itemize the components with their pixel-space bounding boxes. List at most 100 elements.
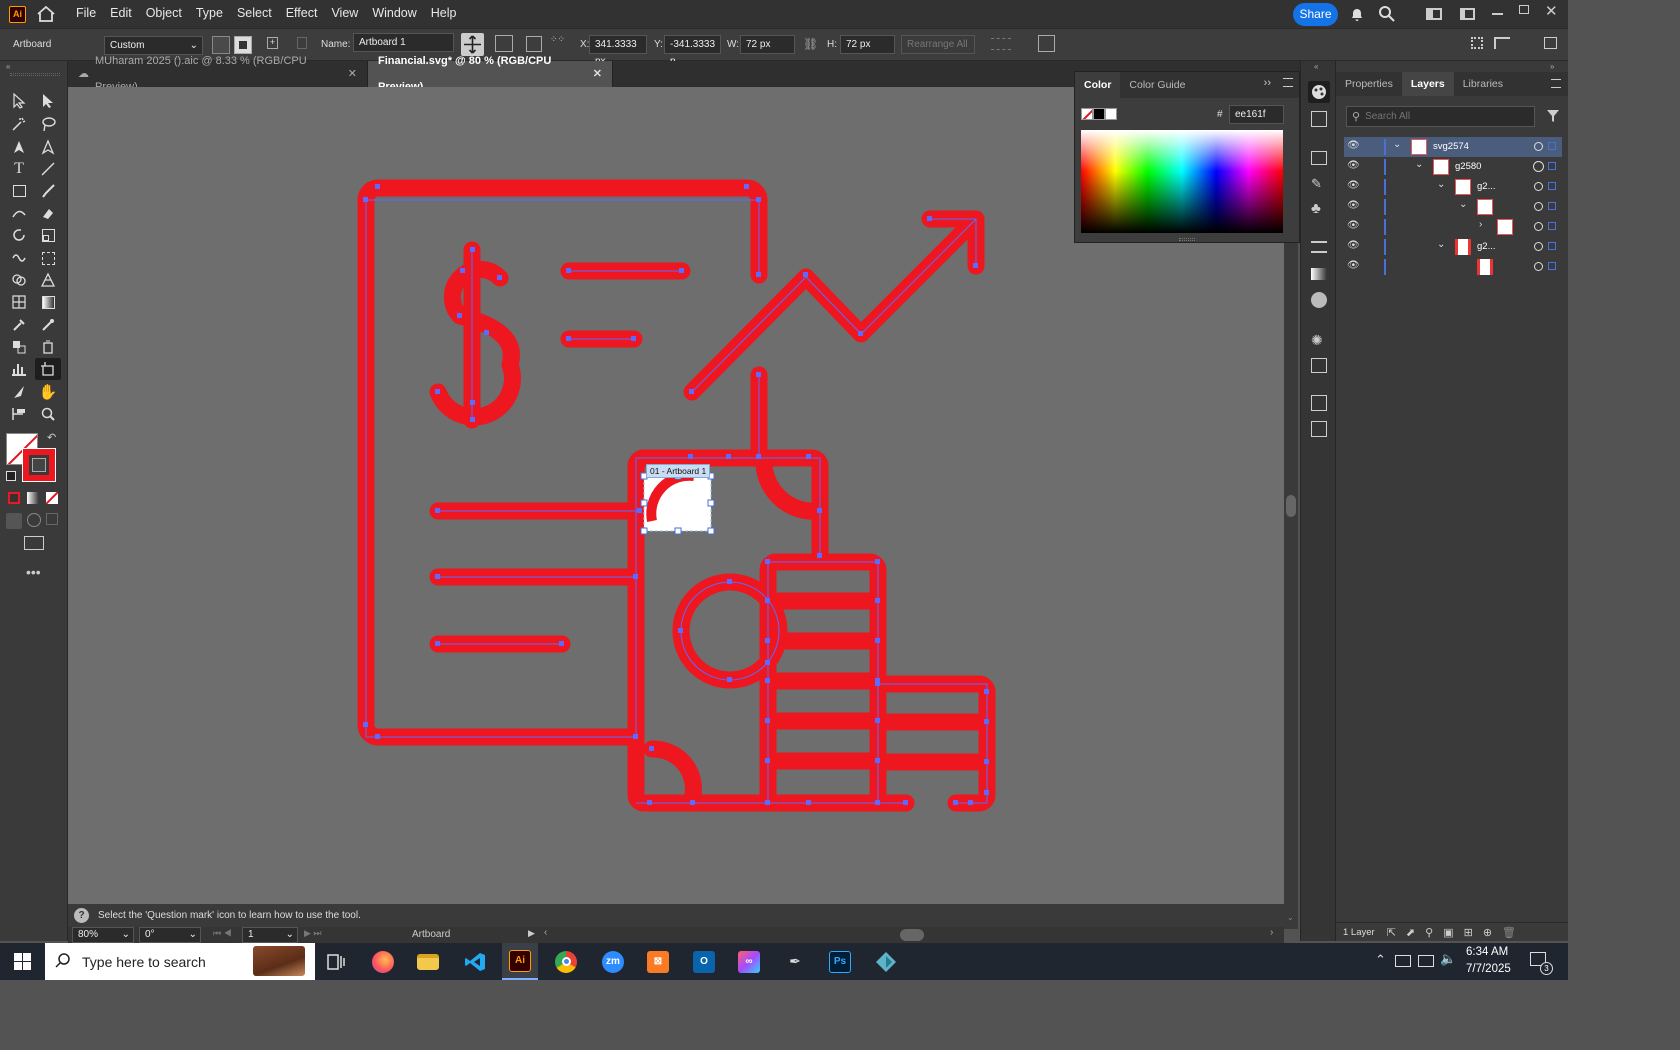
- color-spectrum[interactable]: [1081, 130, 1283, 233]
- symbol-sprayer-icon[interactable]: [37, 336, 59, 358]
- photoshop-icon[interactable]: Ps: [822, 943, 858, 980]
- creative-cloud-icon[interactable]: ∞: [731, 943, 767, 980]
- artboard-number-select[interactable]: 1 ⌄: [242, 927, 298, 943]
- selection-tool-icon[interactable]: [8, 90, 30, 112]
- selection-indicator[interactable]: [1548, 222, 1556, 230]
- type-tool-icon[interactable]: T: [8, 158, 30, 180]
- rotate-tool-icon[interactable]: [8, 224, 30, 246]
- brushes-icon[interactable]: ✎: [1311, 176, 1322, 192]
- layer-row[interactable]: 👁 ⌄ g2580: [1344, 157, 1562, 177]
- home-icon[interactable]: [37, 5, 55, 22]
- chevron-right-icon[interactable]: ›: [1479, 219, 1482, 230]
- rectangle-tool-icon[interactable]: [8, 180, 30, 202]
- more-tools-icon[interactable]: •••: [26, 564, 41, 580]
- gradient-icon[interactable]: [1311, 268, 1327, 280]
- w-field[interactable]: 72 px: [740, 35, 795, 54]
- menu-view[interactable]: View: [324, 0, 365, 28]
- eye-icon[interactable]: 👁: [1347, 220, 1360, 231]
- column-graph-icon[interactable]: [8, 358, 30, 380]
- app-diamond-icon[interactable]: [868, 943, 904, 980]
- slice-tool-icon[interactable]: [8, 381, 30, 403]
- tab-libraries[interactable]: Libraries: [1454, 72, 1512, 96]
- xampp-icon[interactable]: ⊠: [640, 943, 676, 980]
- scroll-right-icon[interactable]: ›: [1270, 927, 1273, 938]
- minimize-icon[interactable]: [1492, 13, 1503, 15]
- artboards-icon[interactable]: [1311, 421, 1327, 437]
- color-mode-icon[interactable]: [8, 492, 20, 504]
- filter-icon[interactable]: [1546, 109, 1560, 126]
- clock-time[interactable]: 6:34 AM: [1466, 946, 1508, 958]
- gradient-tool-icon[interactable]: [37, 291, 59, 313]
- first-artboard-icon[interactable]: ⏮ ◀: [213, 928, 232, 939]
- tab-color[interactable]: Color: [1075, 72, 1121, 98]
- transparency-icon[interactable]: [1311, 292, 1327, 308]
- eyedropper-icon[interactable]: [8, 314, 30, 336]
- zoom-app-icon[interactable]: zm: [595, 943, 631, 980]
- layer-name[interactable]: svg2574: [1433, 141, 1469, 152]
- export-icon[interactable]: [1311, 395, 1327, 411]
- print-tiling-icon[interactable]: [8, 403, 30, 425]
- selection-indicator[interactable]: [1548, 162, 1556, 170]
- tab-color-guide[interactable]: Color Guide: [1120, 72, 1194, 98]
- rotation-select[interactable]: 0° ⌄: [139, 927, 201, 943]
- global-edit-icon[interactable]: [1038, 35, 1055, 52]
- selection-indicator[interactable]: [1548, 142, 1556, 150]
- tab-close-icon[interactable]: ✕: [348, 61, 357, 87]
- vscode-icon[interactable]: [457, 943, 493, 980]
- chevron-down-icon[interactable]: ⌄: [1437, 179, 1445, 190]
- restore-icon[interactable]: [1519, 5, 1529, 14]
- hex-input[interactable]: ee161f: [1229, 105, 1284, 124]
- target-icon[interactable]: [1534, 242, 1543, 251]
- free-transform-icon[interactable]: [37, 247, 59, 269]
- layer-row[interactable]: 👁 ⌄ g2...: [1344, 237, 1562, 257]
- scale-tool-icon[interactable]: [37, 224, 59, 246]
- horizontal-scroll-thumb[interactable]: [900, 929, 924, 941]
- question-mark-icon[interactable]: ?: [74, 908, 89, 923]
- layers-search[interactable]: ⚲: [1346, 106, 1535, 127]
- color-guide-icon[interactable]: [1311, 111, 1327, 127]
- tab-layers[interactable]: Layers: [1401, 72, 1454, 96]
- windows-start-icon[interactable]: [4, 943, 40, 980]
- task-view-icon[interactable]: [318, 943, 354, 980]
- stroke-icon[interactable]: [1311, 241, 1327, 253]
- blend-tool-icon[interactable]: [8, 336, 30, 358]
- none-mode-icon[interactable]: [46, 492, 58, 504]
- collapse-icon[interactable]: «: [1314, 62, 1318, 71]
- taskbar-search[interactable]: Type here to search: [45, 943, 315, 980]
- eye-icon[interactable]: 👁: [1347, 240, 1360, 251]
- target-icon[interactable]: [1534, 142, 1543, 151]
- volume-icon[interactable]: 🔈: [1440, 951, 1456, 967]
- draw-normal-icon[interactable]: [6, 513, 22, 529]
- h-field[interactable]: 72 px: [840, 35, 895, 54]
- panel-menu-icon[interactable]: [1551, 79, 1561, 88]
- warp-tool-icon[interactable]: [8, 247, 30, 269]
- chevron-down-icon[interactable]: ⌄: [1393, 139, 1401, 150]
- layer-name[interactable]: g2...: [1477, 181, 1496, 192]
- share-button[interactable]: Share: [1293, 3, 1338, 26]
- gradient-mode-icon[interactable]: [27, 492, 39, 504]
- tray-chevron-icon[interactable]: ⌃: [1375, 952, 1386, 968]
- scroll-left-icon[interactable]: ‹: [544, 927, 547, 938]
- stroke-swatch[interactable]: [22, 448, 56, 482]
- align-icon[interactable]: [991, 38, 1011, 50]
- collapse-icon[interactable]: »: [1550, 62, 1554, 71]
- swatches-icon[interactable]: [1311, 151, 1327, 165]
- menu-help[interactable]: Help: [424, 0, 464, 28]
- perspective-grid-icon[interactable]: [37, 269, 59, 291]
- chevron-down-icon[interactable]: ⌄: [1415, 159, 1423, 170]
- layer-row[interactable]: 👁 ⌄: [1344, 197, 1562, 217]
- graphic-styles-icon[interactable]: [1311, 358, 1327, 373]
- clipping-mask-icon[interactable]: ▣: [1443, 926, 1453, 939]
- layer-row[interactable]: 👁 ⌄ g2...: [1344, 177, 1562, 197]
- eraser-icon[interactable]: [37, 202, 59, 224]
- eye-icon[interactable]: 👁: [1347, 200, 1360, 211]
- menu-object[interactable]: Object: [139, 0, 189, 28]
- artboard-tool-icon[interactable]: [35, 358, 61, 380]
- target-icon[interactable]: [1534, 182, 1543, 191]
- tab-financial[interactable]: Financial.svg* @ 80 % (RGB/CPU Preview) …: [368, 55, 613, 93]
- bell-icon[interactable]: [1349, 6, 1365, 25]
- menu-effect[interactable]: Effect: [279, 0, 325, 28]
- expand-icon[interactable]: ››: [1264, 77, 1271, 89]
- tray-network-icon[interactable]: [1395, 955, 1411, 967]
- layer-row[interactable]: 👁 ⌄ svg2574: [1344, 137, 1562, 157]
